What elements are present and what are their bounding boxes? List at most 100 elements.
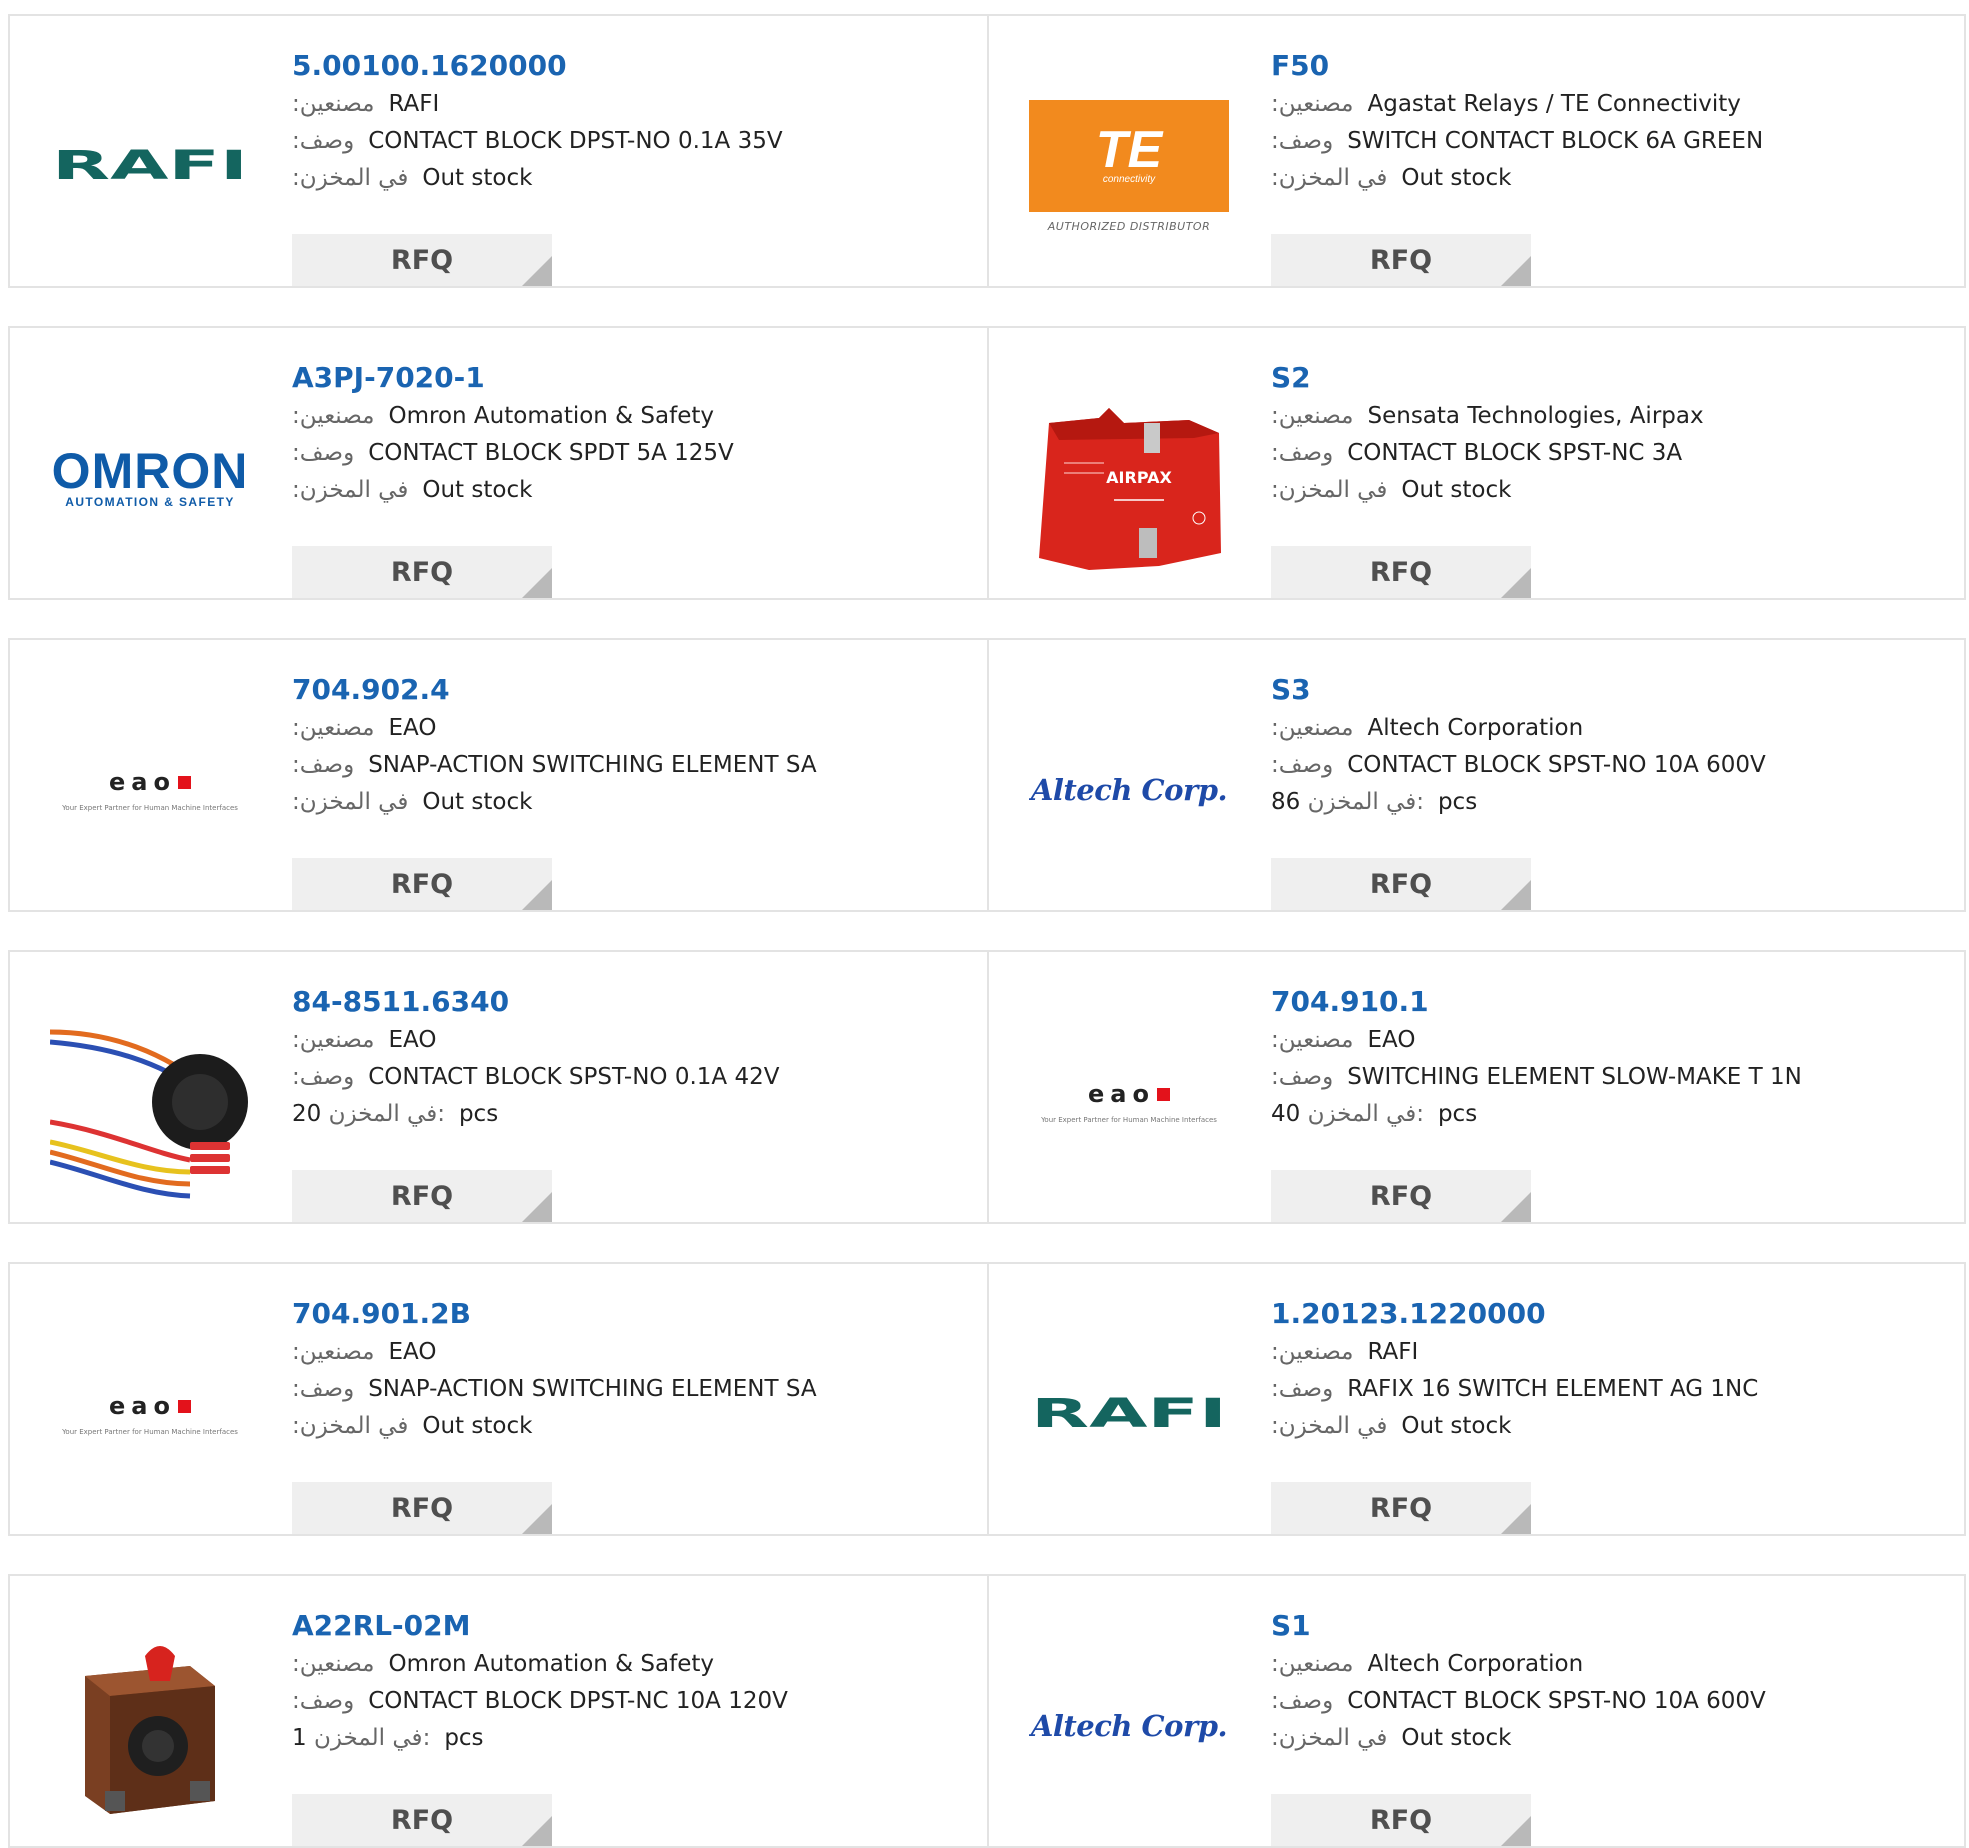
stock-label: :في المخزن <box>1271 477 1388 503</box>
stock-quantity: 86 <box>1271 789 1301 815</box>
manufacturer-label: :مصنعين <box>292 715 375 741</box>
part-number-link[interactable]: S1 <box>1271 1606 1944 1646</box>
part-number-link[interactable]: 704.901.2B <box>292 1294 967 1334</box>
product-card: eao Your Expert Partner for Human Machine… <box>10 640 987 910</box>
rfq-button[interactable]: RFQ <box>1271 1170 1531 1222</box>
description-line: :وصف CONTACT BLOCK SPST-NO 0.1A 42V <box>292 1059 967 1096</box>
part-number-link[interactable]: F50 <box>1271 46 1944 86</box>
stock-quantity: 20 <box>292 1101 322 1127</box>
description-value: CONTACT BLOCK SPST-NO 10A 600V <box>1347 752 1766 778</box>
rfq-button[interactable]: RFQ <box>1271 546 1531 598</box>
description-value: SWITCH CONTACT BLOCK 6A GREEN <box>1347 128 1764 154</box>
part-number-link[interactable]: A3PJ-7020-1 <box>292 358 967 398</box>
description-label: :وصف <box>1271 128 1334 154</box>
stock-label: :في المخزن <box>292 165 409 191</box>
product-image[interactable] <box>50 1626 250 1826</box>
product-card: 84-8511.6340 :مصنعين EAO :وصف CONTACT BLOC… <box>10 952 987 1222</box>
product-image[interactable]: AIRPAX <box>1029 378 1229 578</box>
manufacturer-line: :مصنعين RAFI <box>1271 1334 1944 1371</box>
description-line: :وصف CONTACT BLOCK DPST-NC 10A 120V <box>292 1683 967 1720</box>
svg-text:RAFI: RAFI <box>1031 1394 1227 1434</box>
description-label: :وصف <box>292 1064 355 1090</box>
stock-line: 40 في المخزن: pcs <box>1271 1096 1944 1133</box>
description-line: :وصف RAFIX 16 SWITCH ELEMENT AG 1NC <box>1271 1371 1944 1408</box>
stock-label: :في المخزن <box>292 477 409 503</box>
stock-line: :في المخزن Out stock <box>292 784 967 821</box>
manufacturer-value: EAO <box>1367 1027 1416 1053</box>
part-number-link[interactable]: S2 <box>1271 358 1944 398</box>
omron-logo-sub: AUTOMATION & SAFETY <box>65 495 235 509</box>
rfq-button[interactable]: RFQ <box>292 234 552 286</box>
stock-line: :في المخزن Out stock <box>1271 1720 1944 1757</box>
part-number-link[interactable]: 84-8511.6340 <box>292 982 967 1022</box>
svg-text:AIRPAX: AIRPAX <box>1106 468 1172 487</box>
stock-value: Out stock <box>1401 165 1512 191</box>
manufacturer-logo[interactable]: RAFI <box>50 66 250 266</box>
manufacturer-line: :مصنعين EAO <box>1271 1022 1944 1059</box>
rfq-button[interactable]: RFQ <box>1271 1794 1531 1846</box>
description-label: :وصف <box>1271 752 1334 778</box>
stock-label: :في المخزن <box>1271 1413 1388 1439</box>
stock-unit: pcs <box>1437 789 1478 815</box>
stock-value: Out stock <box>1401 477 1512 503</box>
product-image[interactable] <box>50 1002 250 1202</box>
description-line: :وصف SNAP-ACTION SWITCHING ELEMENT SA <box>292 747 967 784</box>
manufacturer-logo[interactable]: eao Your Expert Partner for Human Machine… <box>50 1314 250 1514</box>
manufacturer-logo[interactable]: OMRON AUTOMATION & SAFETY <box>50 378 250 578</box>
stock-value: Out stock <box>422 165 533 191</box>
stock-line: :في المخزن Out stock <box>1271 1408 1944 1445</box>
stock-line: :في المخزن Out stock <box>1271 472 1944 509</box>
rfq-button[interactable]: RFQ <box>1271 1482 1531 1534</box>
description-label: :وصف <box>292 752 355 778</box>
part-number-link[interactable]: A22RL-02M <box>292 1606 967 1646</box>
rfq-button[interactable]: RFQ <box>1271 858 1531 910</box>
part-number-link[interactable]: 5.00100.1620000 <box>292 46 967 86</box>
rfq-button[interactable]: RFQ <box>292 1170 552 1222</box>
description-line: :وصف CONTACT BLOCK SPST-NO 10A 600V <box>1271 1683 1944 1720</box>
manufacturer-label: :مصنعين <box>292 91 375 117</box>
manufacturer-label: :مصنعين <box>1271 1027 1354 1053</box>
rfq-button[interactable]: RFQ <box>292 546 552 598</box>
product-card: RAFI 1.20123.1220000 :مصنعين RAFI :وصف RAF… <box>987 1264 1964 1534</box>
rfq-button[interactable]: RFQ <box>1271 234 1531 286</box>
manufacturer-value: Omron Automation & Safety <box>388 1651 715 1677</box>
altech-logo-text: Altech Corp. <box>1030 1709 1228 1743</box>
manufacturer-logo[interactable]: eao Your Expert Partner for Human Machine… <box>50 690 250 890</box>
description-value: RAFIX 16 SWITCH ELEMENT AG 1NC <box>1347 1376 1759 1402</box>
stock-label: :في المخزن <box>1271 165 1388 191</box>
stock-label: في المخزن: <box>313 1725 431 1751</box>
altech-logo-text: Altech Corp. <box>1030 773 1228 807</box>
manufacturer-logo[interactable]: Altech Corp. <box>1029 690 1229 890</box>
manufacturer-line: :مصنعين Omron Automation & Safety <box>292 1646 967 1683</box>
product-card: TE connectivity AUTHORIZED DISTRIBUTOR F5… <box>987 16 1964 286</box>
manufacturer-label: :مصنعين <box>1271 1651 1354 1677</box>
product-card: eao Your Expert Partner for Human Machine… <box>10 1264 987 1534</box>
manufacturer-value: Sensata Technologies, Airpax <box>1367 403 1704 429</box>
part-number-link[interactable]: 1.20123.1220000 <box>1271 1294 1944 1334</box>
part-number-link[interactable]: S3 <box>1271 670 1944 710</box>
rfq-button[interactable]: RFQ <box>292 1794 552 1846</box>
part-number-link[interactable]: 704.910.1 <box>1271 982 1944 1022</box>
description-label: :وصف <box>1271 1376 1334 1402</box>
manufacturer-label: :مصنعين <box>1271 403 1354 429</box>
manufacturer-logo[interactable]: eao Your Expert Partner for Human Machine… <box>1029 1002 1229 1202</box>
manufacturer-logo[interactable]: RAFI <box>1029 1314 1229 1514</box>
description-label: :وصف <box>1271 1688 1334 1714</box>
manufacturer-logo[interactable]: Altech Corp. <box>1029 1626 1229 1826</box>
manufacturer-value: EAO <box>388 715 437 741</box>
product-row: 84-8511.6340 :مصنعين EAO :وصف CONTACT BLOC… <box>8 950 1966 1224</box>
brown-contact-block-icon <box>85 1646 215 1814</box>
part-number-link[interactable]: 704.902.4 <box>292 670 967 710</box>
stock-label: :في المخزن <box>1271 1725 1388 1751</box>
rfq-button[interactable]: RFQ <box>292 858 552 910</box>
product-card: A22RL-02M :مصنعين Omron Automation & Safe… <box>10 1576 987 1846</box>
manufacturer-logo[interactable]: TE connectivity AUTHORIZED DISTRIBUTOR <box>1029 66 1229 266</box>
eao-square-icon <box>177 776 191 789</box>
stock-line: 1 في المخزن: pcs <box>292 1720 967 1757</box>
stock-line: :في المخزن Out stock <box>292 472 967 509</box>
stock-unit: pcs <box>1437 1101 1478 1127</box>
eao-tagline: Your Expert Partner for Human Machine In… <box>62 1428 238 1436</box>
description-value: CONTACT BLOCK SPST-NO 0.1A 42V <box>368 1064 780 1090</box>
rfq-button[interactable]: RFQ <box>292 1482 552 1534</box>
product-row: eao Your Expert Partner for Human Machine… <box>8 1262 1966 1536</box>
